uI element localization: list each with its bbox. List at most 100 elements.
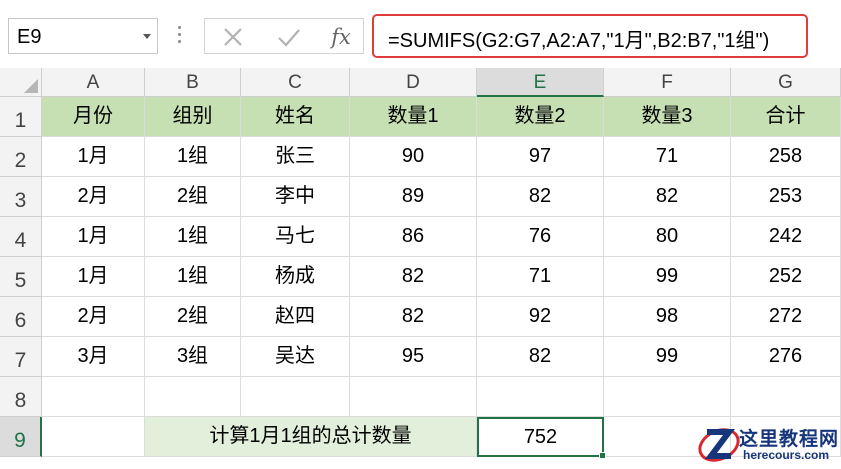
empty-cell[interactable] bbox=[145, 377, 241, 417]
cell-value: 252 bbox=[768, 265, 803, 287]
table-cell[interactable]: 92 bbox=[477, 297, 604, 337]
table-cell[interactable]: 90 bbox=[350, 137, 477, 177]
row-header-5[interactable]: 5 bbox=[0, 257, 42, 297]
header-cell-d[interactable]: 数量1 bbox=[350, 97, 477, 137]
column-header-f[interactable]: F bbox=[604, 68, 731, 97]
column-header-c[interactable]: C bbox=[241, 68, 350, 97]
cell-value: 71 bbox=[655, 145, 679, 167]
empty-cell[interactable] bbox=[350, 377, 477, 417]
table-cell[interactable]: 253 bbox=[731, 177, 841, 217]
table-cell[interactable]: 82 bbox=[477, 177, 604, 217]
header-cell-f[interactable]: 数量3 bbox=[604, 97, 731, 137]
row-header-6[interactable]: 6 bbox=[0, 297, 42, 337]
empty-cell[interactable] bbox=[241, 377, 350, 417]
column-header-b[interactable]: B bbox=[145, 68, 241, 97]
table-cell[interactable]: 马七 bbox=[241, 217, 350, 257]
row-header-8[interactable]: 8 bbox=[0, 377, 42, 417]
fill-handle[interactable] bbox=[599, 452, 606, 459]
table-cell[interactable]: 赵四 bbox=[241, 297, 350, 337]
enter-button[interactable] bbox=[275, 23, 303, 51]
table-cell[interactable]: 276 bbox=[731, 337, 841, 377]
table-cell[interactable]: 71 bbox=[477, 257, 604, 297]
table-cell[interactable]: 97 bbox=[477, 137, 604, 177]
table-cell[interactable]: 李中 bbox=[241, 177, 350, 217]
table-cell[interactable]: 71 bbox=[604, 137, 731, 177]
table-cell[interactable]: 1月 bbox=[42, 217, 145, 257]
header-cell-e[interactable]: 数量2 bbox=[477, 97, 604, 137]
chevron-down-icon[interactable] bbox=[143, 34, 151, 39]
table-cell[interactable]: 2月 bbox=[42, 177, 145, 217]
row-header-3[interactable]: 3 bbox=[0, 177, 42, 217]
formula-input[interactable]: =SUMIFS(G2:G7,A2:A7,"1月",B2:B7,"1组") bbox=[372, 14, 808, 58]
formula-text: =SUMIFS(G2:G7,A2:A7,"1月",B2:B7,"1组") bbox=[388, 30, 770, 52]
table-cell[interactable]: 98 bbox=[604, 297, 731, 337]
table-cell[interactable]: 3组 bbox=[145, 337, 241, 377]
table-cell[interactable]: 99 bbox=[604, 337, 731, 377]
row-number: 4 bbox=[14, 229, 27, 252]
empty-cell[interactable] bbox=[477, 377, 604, 417]
row-header-1[interactable]: 1 bbox=[0, 97, 42, 137]
insert-function-button[interactable]: fx bbox=[323, 23, 359, 51]
table-cell[interactable]: 2月 bbox=[42, 297, 145, 337]
cell-value: 1月 bbox=[77, 225, 109, 247]
selected-cell-e9[interactable]: 752 bbox=[477, 417, 604, 457]
table-cell[interactable]: 272 bbox=[731, 297, 841, 337]
header-cell-c[interactable]: 姓名 bbox=[241, 97, 350, 137]
empty-cell[interactable] bbox=[731, 377, 841, 417]
table-cell[interactable]: 258 bbox=[731, 137, 841, 177]
table-cell[interactable]: 1组 bbox=[145, 137, 241, 177]
table-cell[interactable]: 3月 bbox=[42, 337, 145, 377]
header-cell-a[interactable]: 月份 bbox=[42, 97, 145, 137]
table-cell[interactable]: 2组 bbox=[145, 177, 241, 217]
table-cell[interactable]: 252 bbox=[731, 257, 841, 297]
empty-cell[interactable] bbox=[604, 377, 731, 417]
name-box[interactable]: E9 bbox=[8, 18, 158, 54]
cancel-button[interactable] bbox=[219, 23, 247, 51]
select-all-button[interactable] bbox=[0, 68, 42, 97]
row-header-9[interactable]: 9 bbox=[0, 417, 42, 457]
table-cell[interactable]: 吴达 bbox=[241, 337, 350, 377]
table-cell[interactable]: 80 bbox=[604, 217, 731, 257]
cell-value: 98 bbox=[655, 305, 679, 327]
cell-value: 2组 bbox=[176, 305, 209, 327]
table-cell[interactable]: 99 bbox=[604, 257, 731, 297]
table-cell[interactable]: 242 bbox=[731, 217, 841, 257]
table-cell[interactable]: 82 bbox=[350, 297, 477, 337]
header-cell-b[interactable]: 组别 bbox=[145, 97, 241, 137]
table-cell[interactable]: 82 bbox=[350, 257, 477, 297]
table-cell[interactable]: 1组 bbox=[145, 257, 241, 297]
column-header-d[interactable]: D bbox=[350, 68, 477, 97]
row-number: 6 bbox=[14, 309, 27, 332]
empty-cell[interactable] bbox=[42, 377, 145, 417]
table-cell[interactable]: 95 bbox=[350, 337, 477, 377]
row-header-7[interactable]: 7 bbox=[0, 337, 42, 377]
row-number: 5 bbox=[14, 269, 27, 292]
cell-value: 2组 bbox=[176, 185, 209, 207]
empty-cell[interactable] bbox=[42, 417, 145, 457]
drag-handle-icon[interactable] bbox=[178, 26, 182, 46]
table-cell[interactable]: 2组 bbox=[145, 297, 241, 337]
table-cell[interactable]: 1月 bbox=[42, 257, 145, 297]
table-cell[interactable]: 76 bbox=[477, 217, 604, 257]
table-cell[interactable]: 82 bbox=[604, 177, 731, 217]
header-cell-g[interactable]: 合计 bbox=[731, 97, 841, 137]
table-cell[interactable]: 1组 bbox=[145, 217, 241, 257]
table-cell[interactable]: 杨成 bbox=[241, 257, 350, 297]
table-cell[interactable]: 张三 bbox=[241, 137, 350, 177]
summary-label-cell[interactable]: 计算1月1组的总计数量 bbox=[145, 417, 477, 457]
table-cell[interactable]: 86 bbox=[350, 217, 477, 257]
cell-value: 82 bbox=[528, 345, 552, 367]
row-header-2[interactable]: 2 bbox=[0, 137, 42, 177]
cell-value: 82 bbox=[655, 185, 679, 207]
table-cell[interactable]: 82 bbox=[477, 337, 604, 377]
cell-value: 99 bbox=[655, 265, 679, 287]
table-cell[interactable]: 1月 bbox=[42, 137, 145, 177]
cell-value: 258 bbox=[768, 145, 803, 167]
column-header-a[interactable]: A bbox=[42, 68, 145, 97]
column-header-e[interactable]: E bbox=[477, 68, 604, 97]
column-header-g[interactable]: G bbox=[731, 68, 841, 97]
cell-value: 2月 bbox=[77, 185, 109, 207]
table-cell[interactable]: 89 bbox=[350, 177, 477, 217]
cell-value: 数量2 bbox=[514, 105, 566, 127]
row-header-4[interactable]: 4 bbox=[0, 217, 42, 257]
